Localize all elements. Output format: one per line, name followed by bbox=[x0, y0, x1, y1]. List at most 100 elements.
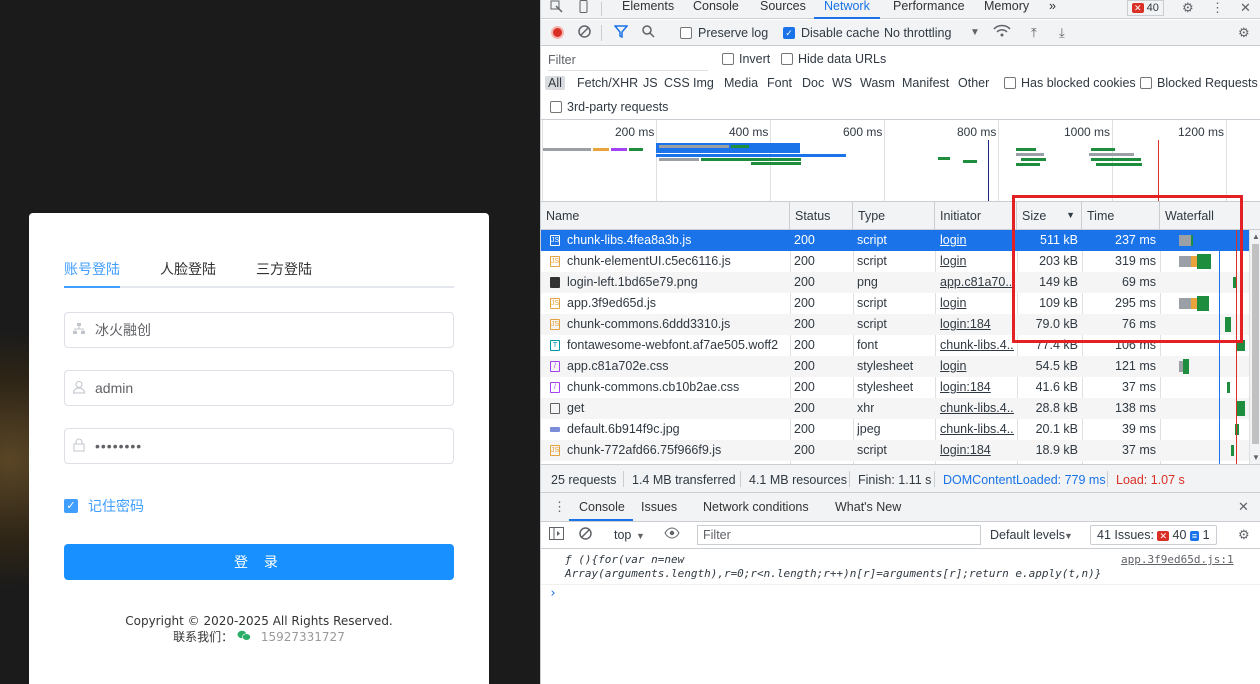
username-field[interactable] bbox=[64, 370, 454, 406]
remember-checkbox[interactable]: ✓ bbox=[64, 499, 78, 513]
filter-icon[interactable] bbox=[613, 25, 629, 42]
settings-gear-icon[interactable]: ⚙ bbox=[1182, 0, 1194, 16]
tab-account-login[interactable]: 账号登陆 bbox=[64, 259, 120, 279]
col-status[interactable]: Status bbox=[790, 202, 853, 230]
tab-sources[interactable]: Sources bbox=[760, 0, 806, 13]
record-icon[interactable] bbox=[551, 26, 564, 39]
request-initiator[interactable]: login:184 bbox=[940, 443, 1014, 457]
levels-dropdown-icon[interactable]: ▼ bbox=[1064, 528, 1073, 544]
hide-data-urls-checkbox[interactable] bbox=[781, 53, 793, 65]
request-row[interactable]: / chunk-commons.cb10b2ae.css 200 stylesh… bbox=[541, 377, 1249, 398]
password-field[interactable] bbox=[64, 428, 454, 464]
request-initiator[interactable]: login:184 bbox=[940, 380, 1014, 394]
request-initiator[interactable]: app.c81a70... bbox=[940, 275, 1014, 289]
drawer-tab-network-conditions[interactable]: Network conditions bbox=[703, 500, 809, 514]
filter-type-font[interactable]: Font bbox=[767, 76, 792, 90]
close-devtools-icon[interactable]: ✕ bbox=[1240, 0, 1251, 16]
search-icon[interactable] bbox=[642, 25, 655, 42]
tab-elements[interactable]: Elements bbox=[622, 0, 674, 13]
issues-badge[interactable]: 41 Issues: ✕ 40 ≡ 1 bbox=[1090, 525, 1217, 545]
tab-console[interactable]: Console bbox=[693, 0, 739, 13]
table-scrollbar[interactable]: ▲ ▼ bbox=[1249, 230, 1260, 464]
invert-checkbox[interactable] bbox=[722, 53, 734, 65]
inspect-element-icon[interactable] bbox=[550, 0, 563, 17]
preserve-log-checkbox[interactable] bbox=[680, 27, 692, 39]
filter-type-wasm[interactable]: Wasm bbox=[860, 76, 895, 90]
request-initiator[interactable]: chunk-libs.4... bbox=[940, 401, 1014, 415]
filter-type-img[interactable]: Img bbox=[693, 76, 714, 90]
issues-error-count: 40 bbox=[1172, 528, 1187, 542]
filter-input[interactable]: Filter bbox=[548, 53, 708, 71]
organization-field[interactable] bbox=[64, 312, 454, 348]
context-select[interactable]: top bbox=[614, 528, 631, 542]
drawer-tab-console[interactable]: Console bbox=[579, 500, 625, 514]
request-row[interactable]: JS chunk-772afd66.75f966f9.js 200 script… bbox=[541, 440, 1249, 461]
request-row[interactable]: get 200 xhr chunk-libs.4... 28.8 kB 138 … bbox=[541, 398, 1249, 419]
filter-type-manifest[interactable]: Manifest bbox=[902, 76, 949, 90]
drawer-tab-issues[interactable]: Issues bbox=[641, 500, 677, 514]
export-har-icon[interactable]: ⤓ bbox=[1059, 25, 1065, 41]
disable-cache-checkbox[interactable]: ✓ bbox=[783, 27, 795, 39]
col-name[interactable]: Name bbox=[541, 202, 790, 230]
more-options-icon[interactable]: ⋮ bbox=[1211, 0, 1224, 16]
request-initiator[interactable]: chunk-libs.4... bbox=[940, 338, 1014, 352]
filter-type-css[interactable]: CSS bbox=[664, 76, 690, 90]
drawer-menu-icon[interactable]: ⋮ bbox=[553, 499, 566, 515]
request-initiator[interactable]: login bbox=[940, 359, 1014, 373]
network-overview[interactable]: 200 ms 400 ms 600 ms 800 ms 1000 ms 1200… bbox=[541, 120, 1260, 202]
console-sidebar-icon[interactable] bbox=[549, 527, 564, 544]
third-party-checkbox[interactable] bbox=[550, 101, 562, 113]
blocked-requests-checkbox[interactable] bbox=[1140, 77, 1152, 89]
device-toolbar-icon[interactable] bbox=[577, 0, 590, 17]
col-type[interactable]: Type bbox=[853, 202, 935, 230]
blocked-cookies-checkbox[interactable] bbox=[1004, 77, 1016, 89]
organization-input[interactable] bbox=[95, 319, 435, 341]
network-settings-icon[interactable]: ⚙ bbox=[1238, 25, 1250, 41]
tab-performance[interactable]: Performance bbox=[893, 0, 965, 13]
request-size: 20.1 kB bbox=[1035, 422, 1078, 436]
more-tabs-button[interactable]: » bbox=[1049, 0, 1056, 13]
wechat-icon bbox=[237, 629, 251, 645]
username-input[interactable] bbox=[95, 377, 435, 399]
request-initiator[interactable]: login bbox=[940, 254, 1014, 268]
console-source-link[interactable]: app.3f9ed65d.js:1 bbox=[1121, 553, 1234, 566]
console-settings-icon[interactable]: ⚙ bbox=[1238, 527, 1250, 543]
filter-type-doc[interactable]: Doc bbox=[802, 76, 824, 90]
filter-type-all[interactable]: All bbox=[545, 76, 565, 90]
hide-data-urls-label: Hide data URLs bbox=[798, 52, 887, 66]
request-type: jpeg bbox=[857, 422, 881, 436]
log-levels-select[interactable]: Default levels bbox=[990, 528, 1065, 542]
request-initiator[interactable]: chunk-libs.4... bbox=[940, 422, 1014, 436]
filter-type-fetch-xhr[interactable]: Fetch/XHR bbox=[577, 76, 638, 90]
filter-type-js[interactable]: JS bbox=[643, 76, 658, 90]
console-prompt[interactable]: › bbox=[549, 586, 557, 601]
throttling-dropdown-icon[interactable]: ▼ bbox=[970, 25, 980, 41]
close-drawer-icon[interactable]: ✕ bbox=[1238, 499, 1249, 515]
import-har-icon[interactable]: ⤒ bbox=[1031, 25, 1037, 41]
password-input[interactable] bbox=[95, 435, 435, 457]
request-initiator[interactable]: login bbox=[940, 296, 1014, 310]
error-counter[interactable]: ✕ 40 bbox=[1127, 0, 1164, 16]
clear-icon[interactable] bbox=[578, 25, 591, 42]
filter-type-media[interactable]: Media bbox=[724, 76, 758, 90]
filter-type-other[interactable]: Other bbox=[958, 76, 989, 90]
network-conditions-icon[interactable] bbox=[993, 24, 1011, 42]
request-initiator[interactable]: login bbox=[940, 233, 1014, 247]
tab-memory[interactable]: Memory bbox=[984, 0, 1029, 13]
throttling-select[interactable]: No throttling bbox=[884, 26, 951, 40]
login-button[interactable]: 登 录 bbox=[64, 544, 454, 580]
tab-face-login[interactable]: 人脸登陆 bbox=[160, 259, 216, 279]
remember-password[interactable]: ✓ 记住密码 bbox=[64, 496, 144, 516]
tab-network[interactable]: Network bbox=[824, 0, 870, 13]
console-filter-input[interactable]: Filter bbox=[697, 525, 981, 545]
request-initiator[interactable]: login:184 bbox=[940, 317, 1014, 331]
drawer-tab-whats-new[interactable]: What's New bbox=[835, 500, 901, 514]
context-dropdown-icon[interactable]: ▼ bbox=[636, 528, 645, 544]
col-initiator[interactable]: Initiator bbox=[935, 202, 1017, 230]
filter-type-ws[interactable]: WS bbox=[832, 76, 852, 90]
tab-third-party-login[interactable]: 三方登陆 bbox=[256, 259, 312, 279]
clear-console-icon[interactable] bbox=[579, 527, 592, 544]
live-expression-eye-icon[interactable] bbox=[664, 527, 680, 543]
request-row[interactable]: default.6b914f9c.jpg 200 jpeg chunk-libs… bbox=[541, 419, 1249, 440]
request-row[interactable]: / app.c81a702e.css 200 stylesheet login … bbox=[541, 356, 1249, 377]
